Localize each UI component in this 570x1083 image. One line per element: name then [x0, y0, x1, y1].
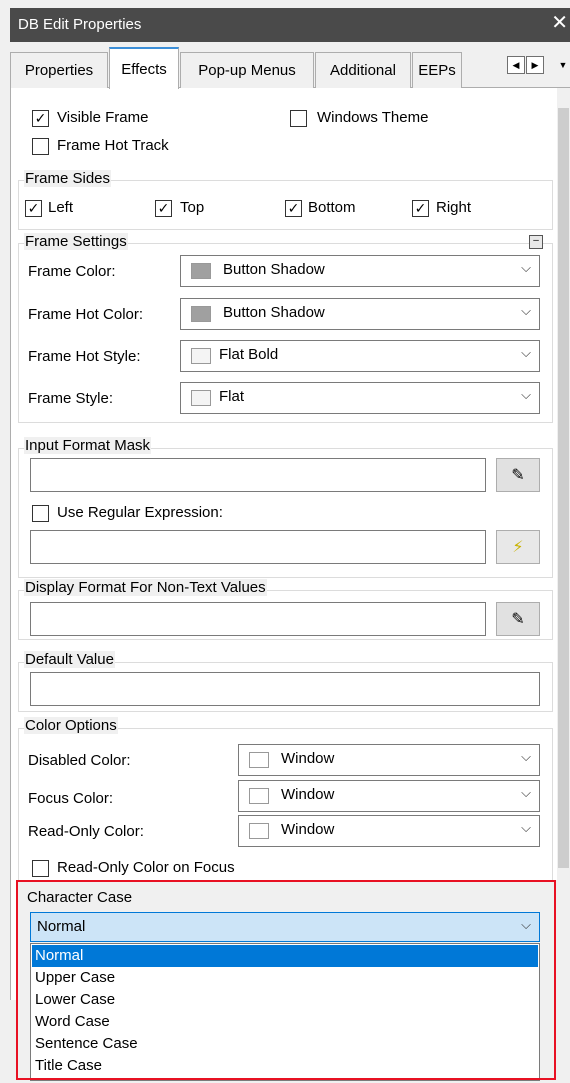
chevron-down-icon: ⌵: [521, 260, 531, 275]
windows-theme-label: Windows Theme: [317, 109, 429, 126]
tab-scroll-left-icon[interactable]: ◀: [507, 56, 525, 74]
visible-frame-checkbox[interactable]: ✓: [32, 110, 49, 127]
visible-frame-label: Visible Frame: [57, 109, 149, 126]
color-swatch: [249, 752, 269, 768]
regex-field[interactable]: [30, 530, 486, 564]
frame-hot-style-value: Flat Bold: [219, 346, 279, 363]
chevron-down-icon: ⌵: [521, 785, 531, 800]
disabled-color-value: Window: [281, 750, 335, 767]
frame-style-select[interactable]: Flat ⌵: [180, 382, 540, 414]
frame-side-left-checkbox[interactable]: ✓: [25, 200, 42, 217]
frame-side-top-label: Top: [180, 199, 205, 216]
style-swatch: [191, 348, 211, 364]
frame-side-right-checkbox[interactable]: ✓: [412, 200, 429, 217]
highlight-frame: [16, 880, 556, 1080]
use-regex-checkbox[interactable]: [32, 505, 49, 522]
readonly-on-focus-checkbox[interactable]: [32, 860, 49, 877]
frame-side-right-label: Right: [436, 199, 472, 216]
title-bar: DB Edit Properties ✕: [10, 8, 570, 42]
frame-color-select[interactable]: Button Shadow ⌵: [180, 255, 540, 287]
tab-overflow-chevron-icon[interactable]: ▼: [554, 56, 570, 74]
frame-hot-color-label: Frame Hot Color:: [28, 306, 144, 323]
frame-hot-style-select[interactable]: Flat Bold ⌵: [180, 340, 540, 372]
frame-side-bottom-label: Bottom: [308, 199, 356, 216]
frame-sides-legend: Frame Sides: [24, 170, 112, 187]
frame-color-value: Button Shadow: [223, 261, 325, 278]
color-swatch: [249, 823, 269, 839]
use-regex-label: Use Regular Expression:: [57, 504, 223, 521]
frame-style-label: Frame Style:: [28, 390, 114, 407]
color-swatch: [191, 306, 211, 322]
focus-color-label: Focus Color:: [28, 790, 114, 807]
windows-theme-checkbox[interactable]: [290, 110, 307, 127]
tab-pop-up-menus[interactable]: Pop-up Menus: [180, 52, 314, 88]
disabled-color-select[interactable]: Window ⌵: [238, 744, 540, 776]
tab-strip: Properties Effects Pop-up Menus Addition…: [10, 42, 570, 89]
color-options-legend: Color Options: [24, 717, 118, 734]
frame-hot-color-select[interactable]: Button Shadow ⌵: [180, 298, 540, 330]
display-format-field[interactable]: [30, 602, 486, 636]
readonly-on-focus-label: Read-Only Color on Focus: [57, 859, 235, 876]
lightning-icon[interactable]: ⚡: [496, 530, 540, 564]
chevron-down-icon: ⌵: [521, 303, 531, 318]
display-format-legend: Display Format For Non-Text Values: [24, 579, 267, 596]
readonly-color-select[interactable]: Window ⌵: [238, 815, 540, 847]
readonly-color-label: Read-Only Color:: [28, 823, 144, 840]
frame-hot-track-label: Frame Hot Track: [57, 137, 169, 154]
frame-style-value: Flat: [219, 388, 245, 405]
frame-hot-track-checkbox[interactable]: [32, 138, 49, 155]
default-value-field[interactable]: [30, 672, 540, 706]
frame-hot-color-value: Button Shadow: [223, 304, 325, 321]
frame-hot-style-label: Frame Hot Style:: [28, 348, 141, 365]
chevron-down-icon: ⌵: [521, 345, 531, 360]
color-swatch: [249, 788, 269, 804]
input-format-mask-legend: Input Format Mask: [24, 437, 152, 454]
focus-color-value: Window: [281, 786, 335, 803]
window-title: DB Edit Properties: [18, 16, 142, 33]
tab-properties[interactable]: Properties: [10, 52, 108, 88]
chevron-down-icon: ⌵: [521, 749, 531, 764]
tab-effects[interactable]: Effects: [109, 47, 179, 89]
scrollbar-thumb[interactable]: [558, 108, 569, 868]
readonly-color-value: Window: [281, 821, 335, 838]
close-icon[interactable]: ✕: [551, 13, 568, 33]
frame-side-top-checkbox[interactable]: ✓: [155, 200, 172, 217]
frame-color-label: Frame Color:: [28, 263, 116, 280]
disabled-color-label: Disabled Color:: [28, 752, 131, 769]
color-swatch: [191, 263, 211, 279]
tab-eeps[interactable]: EEPs: [412, 52, 462, 88]
chevron-down-icon: ⌵: [521, 387, 531, 402]
tab-additional[interactable]: Additional: [315, 52, 411, 88]
focus-color-select[interactable]: Window ⌵: [238, 780, 540, 812]
frame-side-bottom-checkbox[interactable]: ✓: [285, 200, 302, 217]
input-format-mask-field[interactable]: [30, 458, 486, 492]
tab-scroll-right-icon[interactable]: ▶: [526, 56, 544, 74]
collapse-icon[interactable]: –: [529, 235, 543, 249]
frame-settings-legend: Frame Settings: [24, 233, 128, 250]
default-value-legend: Default Value: [24, 651, 115, 668]
frame-side-left-label: Left: [48, 199, 74, 216]
chevron-down-icon: ⌵: [521, 820, 531, 835]
edit-pencil-icon[interactable]: ✎: [496, 602, 540, 636]
style-swatch: [191, 390, 211, 406]
edit-pencil-icon[interactable]: ✎: [496, 458, 540, 492]
